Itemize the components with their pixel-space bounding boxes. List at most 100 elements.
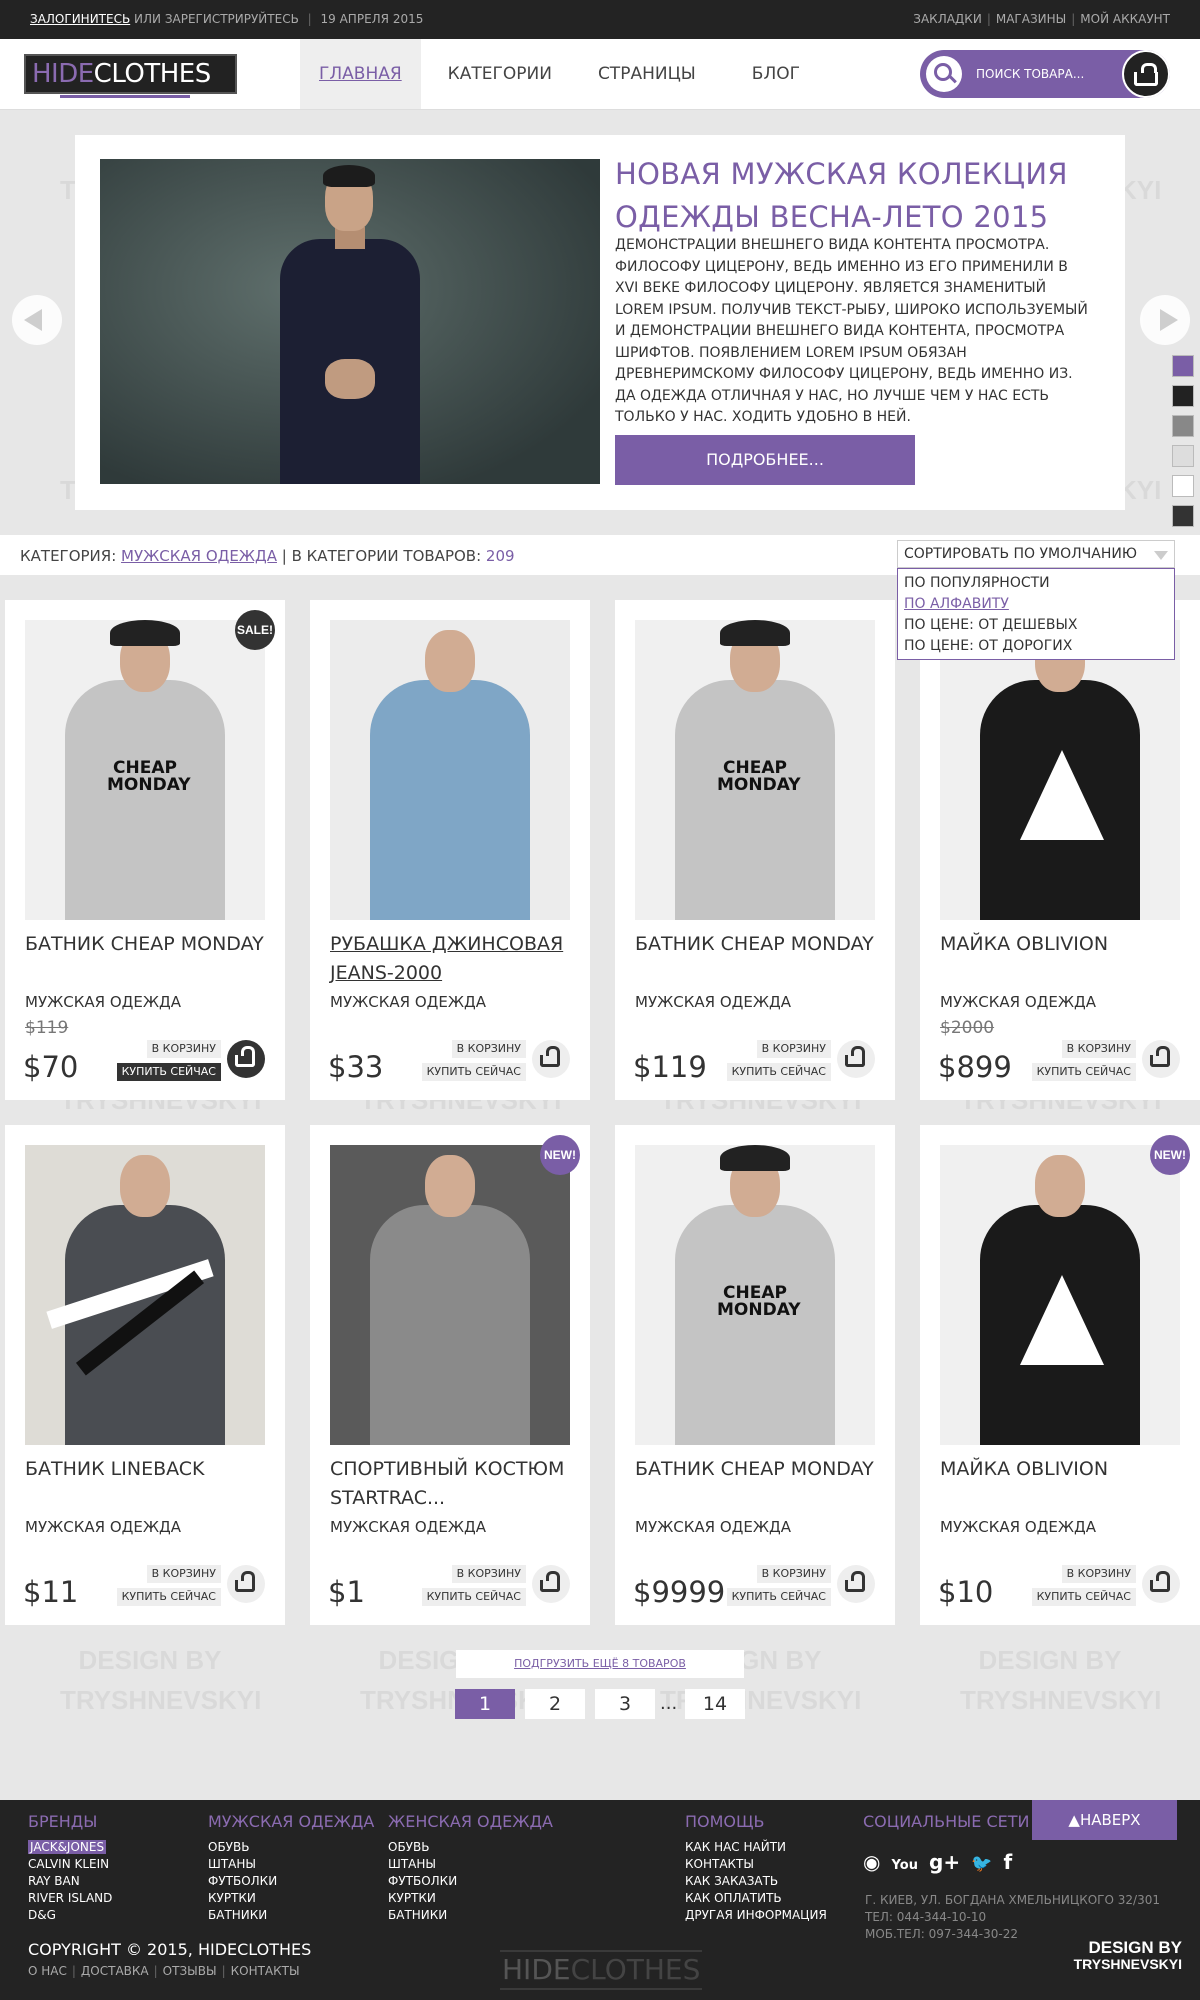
add-to-cart-button[interactable]: В КОРЗИНУ <box>756 1565 831 1583</box>
buy-now-button[interactable]: КУПИТЬ СЕЙЧАС <box>1031 1588 1136 1606</box>
search-input[interactable] <box>976 64 1106 84</box>
product-image[interactable] <box>330 620 570 920</box>
product-name[interactable]: РУБАШКА ДЖИНСОВАЯ JEANS-2000 <box>330 930 575 988</box>
add-to-cart-button[interactable]: В КОРЗИНУ <box>756 1040 831 1058</box>
footer-link[interactable]: RAY BAN <box>28 1873 112 1890</box>
search-icon[interactable] <box>926 56 962 92</box>
page-2[interactable]: 2 <box>525 1689 585 1719</box>
slider-prev-arrow[interactable] <box>12 295 62 345</box>
footer-link[interactable]: БАТНИКИ <box>388 1907 553 1924</box>
category-link[interactable]: МУЖСКАЯ ОДЕЖДА <box>121 547 277 565</box>
buy-now-button[interactable]: КУПИТЬ СЕЙЧАС <box>116 1588 221 1606</box>
footer-link[interactable]: БАТНИКИ <box>208 1907 374 1924</box>
product-card[interactable]: CHEAP MONDAY БАТНИК CHEAP MONDAY МУЖСКАЯ ОД… <box>615 1125 895 1625</box>
product-image[interactable] <box>940 1145 1180 1445</box>
buy-now-button[interactable]: КУПИТЬ СЕЙЧАС <box>726 1588 831 1606</box>
product-card[interactable]: БАТНИК LINEBACK МУЖСКАЯ ОДЕЖДА $11 В КОРЗИН… <box>5 1125 285 1625</box>
sort-option-popularity[interactable]: ПО ПОПУЛЯРНОСТИ <box>904 573 1174 594</box>
sort-select[interactable]: СОРТИРОВАТЬ ПО УМОЛЧАНИЮ <box>897 540 1175 568</box>
register-link[interactable]: ИЛИ ЗАРЕГИСТРИРУЙТЕСЬ <box>134 12 299 26</box>
nav-home[interactable]: ГЛАВНАЯ <box>300 39 421 109</box>
footer-link[interactable]: КАК НАС НАЙТИ <box>685 1839 827 1856</box>
sort-option-price-asc[interactable]: ПО ЦЕНЕ: ОТ ДЕШЕВЫХ <box>904 615 1174 636</box>
product-card[interactable]: РУБАШКА ДЖИНСОВАЯ JEANS-2000 МУЖСКАЯ ОДЕЖ… <box>310 600 590 1100</box>
reviews-link[interactable]: ОТЗЫВЫ <box>163 1964 217 1978</box>
product-name[interactable]: БАТНИК LINEBACK <box>25 1455 270 1484</box>
rss-icon[interactable]: ◉ <box>863 1850 880 1874</box>
footer-link[interactable]: ДРУГАЯ ИНФОРМАЦИЯ <box>685 1907 827 1924</box>
page-1[interactable]: 1 <box>455 1689 515 1719</box>
back-to-top-button[interactable]: ▲НАВЕРХ <box>1032 1800 1177 1840</box>
load-more-link[interactable]: ПОДГРУЗИТЬ ЕЩЁ 8 ТОВАРОВ <box>456 1650 744 1678</box>
page-3[interactable]: 3 <box>595 1689 655 1719</box>
cart-button[interactable] <box>1122 50 1170 98</box>
footer-link[interactable]: ОБУВЬ <box>208 1839 374 1856</box>
product-card[interactable]: NEW! СПОРТИВНЫЙ КОСТЮМ STARTRAC... МУЖСКАЯ… <box>310 1125 590 1625</box>
footer-link[interactable]: ШТАНЫ <box>388 1856 553 1873</box>
product-image[interactable]: CHEAP MONDAY <box>25 620 265 920</box>
product-card[interactable]: NEW! МАЙКА OBLIVION МУЖСКАЯ ОДЕЖДА $10 В КОР… <box>920 1125 1200 1625</box>
color-swatch[interactable] <box>1172 415 1194 437</box>
footer-link[interactable]: КАК ОПЛАТИТЬ <box>685 1890 827 1907</box>
product-image[interactable] <box>940 620 1180 920</box>
google-plus-icon[interactable]: g+ <box>929 1850 960 1874</box>
site-logo[interactable]: HIDECLOTHES <box>24 54 237 98</box>
footer-link[interactable]: RIVER ISLAND <box>28 1890 112 1907</box>
product-name[interactable]: БАТНИК CHEAP MONDAY <box>25 930 270 959</box>
sort-option-price-desc[interactable]: ПО ЦЕНЕ: ОТ ДОРОГИХ <box>904 636 1174 657</box>
slider-next-arrow[interactable] <box>1140 295 1190 345</box>
buy-now-button[interactable]: КУПИТЬ СЕЙЧАС <box>1031 1063 1136 1081</box>
youtube-icon[interactable]: You <box>892 1858 918 1873</box>
color-swatch[interactable] <box>1172 355 1194 377</box>
footer-link[interactable]: ФУТБОЛКИ <box>388 1873 553 1890</box>
my-account-link[interactable]: МОЙ АККАУНТ <box>1080 12 1170 26</box>
twitter-icon[interactable]: 🐦 <box>971 1854 992 1874</box>
footer-link[interactable]: КОНТАКТЫ <box>685 1856 827 1873</box>
cart-round-button[interactable] <box>532 1565 570 1603</box>
product-card[interactable]: МАЙКА OBLIVION МУЖСКАЯ ОДЕЖДА $2000 $899 В К… <box>920 600 1200 1100</box>
cart-round-button[interactable] <box>532 1040 570 1078</box>
footer-link[interactable]: ОБУВЬ <box>388 1839 553 1856</box>
add-to-cart-button[interactable]: В КОРЗИНУ <box>146 1565 221 1583</box>
cart-round-button[interactable] <box>1142 1565 1180 1603</box>
footer-link[interactable]: D&G <box>28 1907 112 1924</box>
contacts-link[interactable]: КОНТАКТЫ <box>231 1964 300 1978</box>
product-name[interactable]: БАТНИК CHEAP MONDAY <box>635 1455 880 1484</box>
color-swatch[interactable] <box>1172 445 1194 467</box>
add-to-cart-button[interactable]: В КОРЗИНУ <box>1061 1565 1136 1583</box>
add-to-cart-button[interactable]: В КОРЗИНУ <box>1061 1040 1136 1058</box>
buy-now-button[interactable]: КУПИТЬ СЕЙЧАС <box>726 1063 831 1081</box>
cart-round-button[interactable] <box>227 1040 265 1078</box>
cart-round-button[interactable] <box>837 1565 875 1603</box>
product-image[interactable] <box>330 1145 570 1445</box>
slide-more-button[interactable]: ПОДРОБНЕЕ... <box>615 435 915 485</box>
footer-link[interactable]: JACK&JONES <box>28 1840 107 1854</box>
product-image[interactable]: CHEAP MONDAY <box>635 620 875 920</box>
product-card[interactable]: CHEAP MONDAY БАТНИК CHEAP MONDAY МУЖСКАЯ ОД… <box>615 600 895 1100</box>
footer-link[interactable]: КУРТКИ <box>208 1890 374 1907</box>
page-last[interactable]: 14 <box>685 1689 745 1719</box>
facebook-icon[interactable]: f <box>1003 1850 1012 1874</box>
product-name[interactable]: СПОРТИВНЫЙ КОСТЮМ STARTRAC... <box>330 1455 575 1513</box>
add-to-cart-button[interactable]: В КОРЗИНУ <box>451 1565 526 1583</box>
footer-logo[interactable]: HIDECLOTHES <box>500 1950 703 1990</box>
stores-link[interactable]: МАГАЗИНЫ <box>996 12 1066 26</box>
nav-pages[interactable]: СТРАНИЦЫ <box>579 39 715 109</box>
add-to-cart-button[interactable]: В КОРЗИНУ <box>451 1040 526 1058</box>
about-link[interactable]: О НАС <box>28 1964 67 1978</box>
product-name[interactable]: БАТНИК CHEAP MONDAY <box>635 930 880 959</box>
login-link[interactable]: ЗАЛОГИНИТЕСЬ <box>30 12 130 26</box>
nav-blog[interactable]: БЛОГ <box>733 39 819 109</box>
buy-now-button[interactable]: КУПИТЬ СЕЙЧАС <box>421 1588 526 1606</box>
product-card[interactable]: CHEAP MONDAY SALE! БАТНИК CHEAP MONDAY МУЖСК… <box>5 600 285 1100</box>
color-swatch[interactable] <box>1172 385 1194 407</box>
footer-link[interactable]: ШТАНЫ <box>208 1856 374 1873</box>
buy-now-button[interactable]: КУПИТЬ СЕЙЧАС <box>421 1063 526 1081</box>
product-name[interactable]: МАЙКА OBLIVION <box>940 1455 1185 1484</box>
sort-option-alphabet[interactable]: ПО АЛФАВИТУ <box>904 594 1174 615</box>
product-image[interactable] <box>25 1145 265 1445</box>
cart-round-button[interactable] <box>837 1040 875 1078</box>
color-swatch[interactable] <box>1172 505 1194 527</box>
buy-now-button[interactable]: КУПИТЬ СЕЙЧАС <box>116 1063 221 1081</box>
footer-link[interactable]: КУРТКИ <box>388 1890 553 1907</box>
